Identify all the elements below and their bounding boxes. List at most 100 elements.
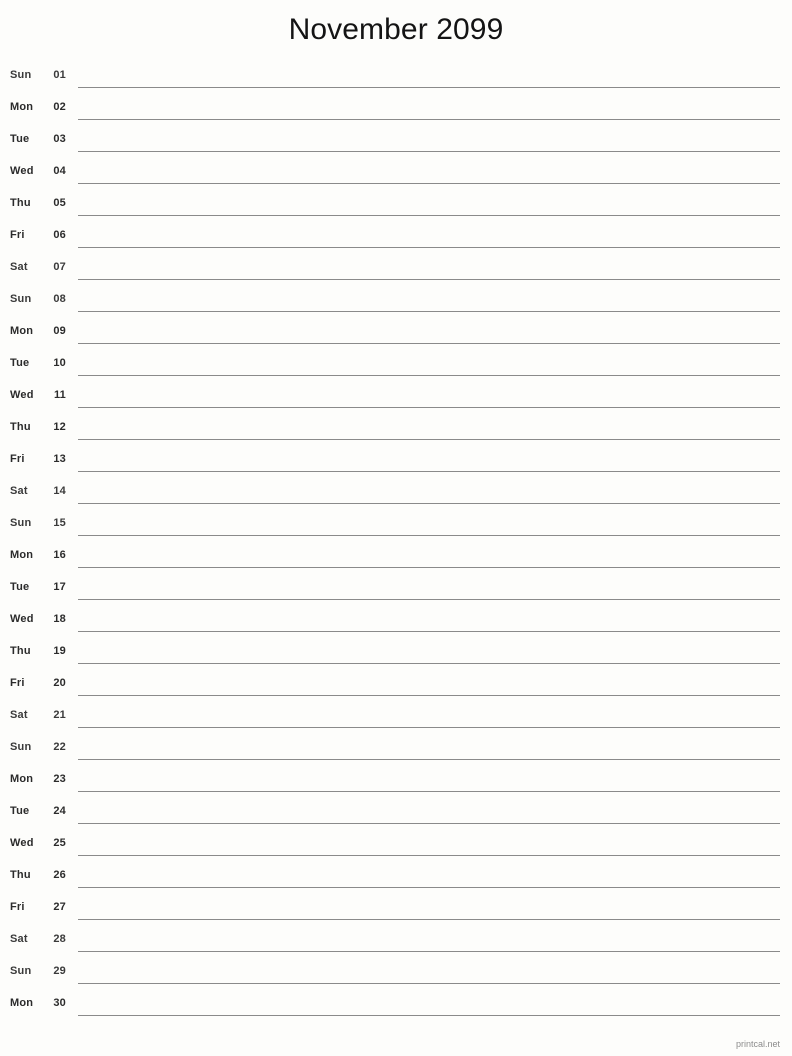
day-row[interactable]: Sun 01 xyxy=(0,60,792,92)
weekday-label: Mon xyxy=(10,549,34,561)
day-number: 27 xyxy=(53,901,66,913)
weekday-label: Sat xyxy=(10,933,28,945)
day-row[interactable]: Wed 11 xyxy=(0,380,792,412)
footer-credit: printcal.net xyxy=(735,1039,780,1049)
writing-line[interactable] xyxy=(78,247,780,248)
day-row[interactable]: Thu 19 xyxy=(0,636,792,668)
day-row[interactable]: Sat 07 xyxy=(0,252,792,284)
writing-line[interactable] xyxy=(78,183,780,184)
writing-line[interactable] xyxy=(78,375,780,376)
day-row[interactable]: Mon 30 xyxy=(0,988,792,1020)
weekday-label: Tue xyxy=(10,133,30,145)
day-number: 22 xyxy=(53,741,66,753)
weekday-label: Thu xyxy=(10,421,31,433)
day-row[interactable]: Fri 13 xyxy=(0,444,792,476)
day-row[interactable]: Wed 04 xyxy=(0,156,792,188)
day-row[interactable]: Tue 17 xyxy=(0,572,792,604)
day-number: 09 xyxy=(53,325,66,337)
weekday-label: Wed xyxy=(10,837,34,849)
day-row[interactable]: Tue 10 xyxy=(0,348,792,380)
weekday-label: Sat xyxy=(10,261,28,273)
day-row[interactable]: Mon 09 xyxy=(0,316,792,348)
weekday-label: Thu xyxy=(10,869,31,881)
day-row[interactable]: Mon 23 xyxy=(0,764,792,796)
day-number: 18 xyxy=(53,613,66,625)
writing-line[interactable] xyxy=(78,87,780,88)
weekday-label: Fri xyxy=(10,453,25,465)
day-row[interactable]: Tue 24 xyxy=(0,796,792,828)
day-number: 07 xyxy=(53,261,66,273)
weekday-label: Sun xyxy=(10,741,32,753)
day-row[interactable]: Wed 25 xyxy=(0,828,792,860)
weekday-label: Tue xyxy=(10,357,30,369)
weekday-label: Sun xyxy=(10,965,32,977)
day-row[interactable]: Mon 02 xyxy=(0,92,792,124)
day-row[interactable]: Fri 06 xyxy=(0,220,792,252)
weekday-label: Sun xyxy=(10,69,32,81)
weekday-label: Mon xyxy=(10,773,34,785)
writing-line[interactable] xyxy=(78,823,780,824)
writing-line[interactable] xyxy=(78,439,780,440)
writing-line[interactable] xyxy=(78,471,780,472)
weekday-label: Fri xyxy=(10,901,25,913)
writing-line[interactable] xyxy=(78,599,780,600)
weekday-label: Mon xyxy=(10,325,34,337)
weekday-label: Wed xyxy=(10,165,34,177)
writing-line[interactable] xyxy=(78,279,780,280)
day-number: 05 xyxy=(53,197,66,209)
day-row[interactable]: Thu 05 xyxy=(0,188,792,220)
day-number: 29 xyxy=(53,965,66,977)
day-row[interactable]: Sun 22 xyxy=(0,732,792,764)
day-row[interactable]: Sun 08 xyxy=(0,284,792,316)
writing-line[interactable] xyxy=(78,951,780,952)
day-number: 24 xyxy=(53,805,66,817)
writing-line[interactable] xyxy=(78,631,780,632)
day-row-list: Sun 01 Mon 02 Tue 03 Wed 04 Thu 05 Fri 06 Sat 07 Sun 08… xyxy=(0,60,792,1020)
day-row[interactable]: Fri 20 xyxy=(0,668,792,700)
writing-line[interactable] xyxy=(78,663,780,664)
writing-line[interactable] xyxy=(78,535,780,536)
day-row[interactable]: Thu 26 xyxy=(0,860,792,892)
writing-line[interactable] xyxy=(78,727,780,728)
writing-line[interactable] xyxy=(78,503,780,504)
day-number: 26 xyxy=(53,869,66,881)
day-row[interactable]: Sat 14 xyxy=(0,476,792,508)
day-row[interactable]: Mon 16 xyxy=(0,540,792,572)
writing-line[interactable] xyxy=(78,695,780,696)
day-number: 17 xyxy=(53,581,66,593)
writing-line[interactable] xyxy=(78,919,780,920)
weekday-label: Wed xyxy=(10,613,34,625)
writing-line[interactable] xyxy=(78,855,780,856)
day-number: 01 xyxy=(53,69,66,81)
day-number: 16 xyxy=(53,549,66,561)
weekday-label: Thu xyxy=(10,197,31,209)
writing-line[interactable] xyxy=(78,567,780,568)
writing-line[interactable] xyxy=(78,791,780,792)
day-row[interactable]: Sun 29 xyxy=(0,956,792,988)
writing-line[interactable] xyxy=(78,887,780,888)
weekday-label: Fri xyxy=(10,677,25,689)
day-number: 25 xyxy=(53,837,66,849)
writing-line[interactable] xyxy=(78,311,780,312)
writing-line[interactable] xyxy=(78,119,780,120)
day-number: 30 xyxy=(53,997,66,1009)
day-row[interactable]: Sat 28 xyxy=(0,924,792,956)
day-row[interactable]: Sun 15 xyxy=(0,508,792,540)
day-row[interactable]: Thu 12 xyxy=(0,412,792,444)
weekday-label: Sat xyxy=(10,709,28,721)
writing-line[interactable] xyxy=(78,215,780,216)
calendar-page: November 2099 Sun 01 Mon 02 Tue 03 Wed 04 Thu 05 F… xyxy=(0,0,792,1056)
writing-line[interactable] xyxy=(78,343,780,344)
weekday-label: Wed xyxy=(10,389,34,401)
day-row[interactable]: Tue 03 xyxy=(0,124,792,156)
writing-line[interactable] xyxy=(78,407,780,408)
writing-line[interactable] xyxy=(78,983,780,984)
writing-line[interactable] xyxy=(78,1015,780,1016)
weekday-label: Sun xyxy=(10,517,32,529)
day-row[interactable]: Fri 27 xyxy=(0,892,792,924)
weekday-label: Thu xyxy=(10,645,31,657)
day-row[interactable]: Sat 21 xyxy=(0,700,792,732)
writing-line[interactable] xyxy=(78,151,780,152)
day-row[interactable]: Wed 18 xyxy=(0,604,792,636)
writing-line[interactable] xyxy=(78,759,780,760)
